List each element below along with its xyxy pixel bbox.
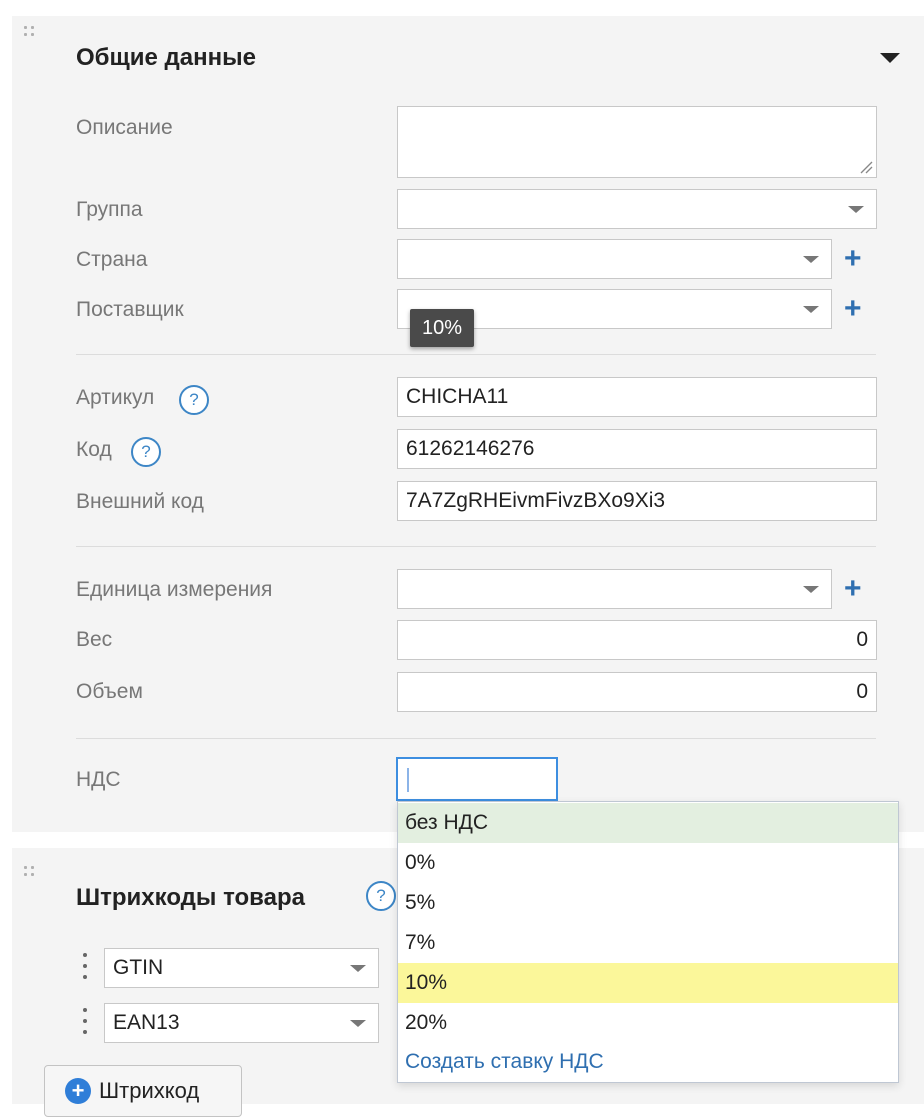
add-country-plus-icon[interactable]: + xyxy=(844,244,862,274)
chevron-down-icon xyxy=(350,965,366,972)
group-select[interactable] xyxy=(397,189,877,229)
country-label: Страна xyxy=(76,248,148,271)
weight-input[interactable]: 0 xyxy=(397,620,877,660)
vat-option[interactable]: 10% xyxy=(398,963,898,1003)
article-input[interactable]: CHICHA11 xyxy=(397,377,877,417)
row-menu-icon[interactable] xyxy=(83,953,87,981)
volume-label: Объем xyxy=(76,680,143,703)
chevron-down-icon xyxy=(848,206,864,213)
article-value: CHICHA11 xyxy=(406,385,509,408)
barcode-type-select[interactable]: GTIN xyxy=(104,948,379,988)
external-code-value: 7A7ZgRHEivmFivzBXo9Xi3 xyxy=(406,489,666,512)
vat-label: НДС xyxy=(76,768,121,791)
code-label: Код xyxy=(76,438,112,461)
vat-option[interactable]: 20% xyxy=(398,1003,898,1043)
vat-option[interactable]: 5% xyxy=(398,883,898,923)
barcodes-title: Штрихкоды товара xyxy=(76,884,305,911)
section-divider xyxy=(76,354,876,355)
barcodes-help-icon[interactable]: ? xyxy=(366,881,396,911)
article-help-icon[interactable]: ? xyxy=(179,385,209,415)
chevron-down-icon xyxy=(803,256,819,263)
description-label: Описание xyxy=(76,116,173,139)
vat-option[interactable]: 0% xyxy=(398,843,898,883)
section-divider xyxy=(76,546,876,547)
barcode-type-value: EAN13 xyxy=(113,1011,180,1034)
drag-handle-icon[interactable] xyxy=(24,26,36,38)
drag-handle-icon[interactable] xyxy=(24,866,36,878)
general-data-title: Общие данные xyxy=(76,44,256,71)
chevron-down-icon xyxy=(350,1020,366,1027)
volume-value: 0 xyxy=(856,680,868,703)
weight-label: Вес xyxy=(76,628,113,651)
text-caret xyxy=(407,768,409,792)
weight-value: 0 xyxy=(856,628,868,651)
article-label: Артикул xyxy=(76,386,155,409)
resize-grip-icon[interactable] xyxy=(859,160,873,174)
barcode-type-value: GTIN xyxy=(113,956,164,979)
barcode-type-select[interactable]: EAN13 xyxy=(104,1003,379,1043)
external-code-label: Внешний код xyxy=(76,490,204,513)
external-code-input[interactable]: 7A7ZgRHEivmFivzBXo9Xi3 xyxy=(397,481,877,521)
chevron-down-icon xyxy=(803,586,819,593)
collapse-arrow-icon[interactable] xyxy=(880,53,900,63)
vat-dropdown-list: без НДС 0% 5% 7% 10% 20% Создать ставку … xyxy=(397,801,899,1083)
vat-option[interactable]: 7% xyxy=(398,923,898,963)
hover-tooltip: 10% xyxy=(410,309,475,347)
chevron-down-icon xyxy=(803,306,819,313)
unit-label: Единица измерения xyxy=(76,578,273,601)
code-help-icon[interactable]: ? xyxy=(131,437,161,467)
unit-select[interactable] xyxy=(397,569,832,609)
section-divider xyxy=(76,738,876,739)
create-vat-rate-link[interactable]: Создать ставку НДС xyxy=(398,1042,898,1082)
add-barcode-label: Штрихкод xyxy=(99,1078,200,1103)
code-value: 61262146276 xyxy=(406,437,535,460)
add-supplier-plus-icon[interactable]: + xyxy=(844,294,862,324)
volume-input[interactable]: 0 xyxy=(397,672,877,712)
code-input[interactable]: 61262146276 xyxy=(397,429,877,469)
group-label: Группа xyxy=(76,198,143,221)
vat-combobox-input[interactable] xyxy=(396,757,558,801)
add-barcode-button[interactable]: + Штрихкод xyxy=(44,1065,242,1117)
add-unit-plus-icon[interactable]: + xyxy=(844,574,862,604)
description-textarea[interactable] xyxy=(397,106,877,178)
country-select[interactable] xyxy=(397,239,832,279)
plus-circle-icon: + xyxy=(65,1078,91,1104)
row-menu-icon[interactable] xyxy=(83,1008,87,1036)
supplier-label: Поставщик xyxy=(76,298,184,321)
vat-option[interactable]: без НДС xyxy=(398,803,898,843)
